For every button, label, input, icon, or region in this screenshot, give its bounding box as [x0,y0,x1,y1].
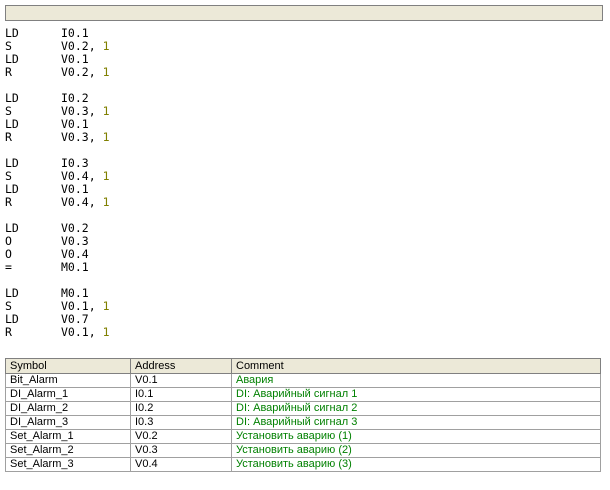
instruction-op: R [5,195,12,209]
symbol-cell[interactable]: DI_Alarm_1 [5,387,131,402]
comment-cell[interactable]: Установить аварию (3) [231,457,601,472]
instruction-operand: V0.1 [61,182,89,196]
instruction-op: LD [5,52,19,66]
address-cell[interactable]: V0.2 [130,429,232,444]
instruction-op: R [5,325,12,339]
instruction-operand: I0.2 [61,91,89,105]
address-cell[interactable]: V0.3 [130,443,232,458]
instruction-op: LD [5,91,19,105]
comment-cell[interactable]: Установить аварию (1) [231,429,601,444]
table-row[interactable]: DI_Alarm_1 I0.1 DI: Аварийный сигнал 1 [5,387,601,402]
table-row[interactable]: Bit_Alarm V0.1 Авария [5,373,601,388]
symbol-cell[interactable]: Set_Alarm_3 [5,457,131,472]
instruction-param: 1 [102,130,110,144]
instruction-op: LD [5,182,19,196]
instruction-operand: V0.2 [61,221,89,235]
network-separator [5,274,595,287]
symbol-table-header: Symbol Address Comment [5,358,601,374]
instruction-line[interactable]: S V0.4, 1 [5,170,595,183]
address-cell[interactable]: I0.2 [130,401,232,416]
network-title-bar[interactable] [5,5,603,21]
instruction-op: LD [5,156,19,170]
instruction-operand: I0.1 [61,26,89,40]
comment-cell[interactable]: Установить аварию (2) [231,443,601,458]
symbol-cell[interactable]: DI_Alarm_2 [5,401,131,416]
instruction-operand: V0.1, [61,299,96,313]
instruction-op: LD [5,312,19,326]
instruction-operand: M0.1 [61,286,89,300]
instruction-operand: V0.3, [61,130,96,144]
symbol-cell[interactable]: Set_Alarm_2 [5,443,131,458]
instruction-param: 1 [102,104,110,118]
network-separator [5,79,595,92]
instruction-operand: V0.1, [61,325,96,339]
instruction-param: 1 [102,39,110,53]
address-cell[interactable]: V0.4 [130,457,232,472]
comment-cell[interactable]: DI: Аварийный сигнал 3 [231,415,601,430]
comment-cell[interactable]: DI: Аварийный сигнал 2 [231,401,601,416]
instruction-line[interactable]: R V0.1, 1 [5,326,595,339]
instruction-operand: V0.3, [61,104,96,118]
instruction-line[interactable]: O V0.3 [5,235,595,248]
network-separator [5,144,595,157]
instruction-operand: M0.1 [61,260,89,274]
instruction-operand: V0.2, [61,39,96,53]
instruction-operand: V0.4 [61,247,89,261]
instruction-operand: V0.4, [61,169,96,183]
table-row[interactable]: DI_Alarm_2 I0.2 DI: Аварийный сигнал 2 [5,401,601,416]
instruction-line[interactable]: R V0.3, 1 [5,131,595,144]
address-cell[interactable]: I0.1 [130,387,232,402]
instruction-param: 1 [102,299,110,313]
instruction-op: O [5,247,12,261]
instruction-operand: V0.3 [61,234,89,248]
instruction-param: 1 [102,65,110,79]
instruction-op: LD [5,26,19,40]
instruction-param: 1 [102,169,110,183]
instruction-param: 1 [102,195,110,209]
table-row[interactable]: Set_Alarm_2 V0.3 Установить аварию (2) [5,443,601,458]
instruction-op: R [5,130,12,144]
column-header-address[interactable]: Address [130,358,232,374]
symbol-table[interactable]: Symbol Address Comment Bit_Alarm V0.1 Ав… [5,358,601,472]
instruction-operand: V0.4, [61,195,96,209]
table-row[interactable]: Set_Alarm_1 V0.2 Установить аварию (1) [5,429,601,444]
table-row[interactable]: DI_Alarm_3 I0.3 DI: Аварийный сигнал 3 [5,415,601,430]
instruction-op: LD [5,221,19,235]
instruction-line[interactable]: R V0.4, 1 [5,196,595,209]
instruction-operand: V0.2, [61,65,96,79]
symbol-cell[interactable]: Set_Alarm_1 [5,429,131,444]
instruction-op: O [5,234,12,248]
column-header-symbol[interactable]: Symbol [5,358,131,374]
instruction-operand: V0.1 [61,52,89,66]
instruction-op: = [5,260,12,274]
address-cell[interactable]: V0.1 [130,373,232,388]
instruction-op: LD [5,286,19,300]
comment-cell[interactable]: Авария [231,373,601,388]
instruction-line[interactable]: = M0.1 [5,261,595,274]
network-separator [5,209,595,222]
instruction-line[interactable]: R V0.2, 1 [5,66,595,79]
instruction-operand: V0.1 [61,117,89,131]
table-row[interactable]: Set_Alarm_3 V0.4 Установить аварию (3) [5,457,601,472]
instruction-op: R [5,65,12,79]
stl-code-editor[interactable]: LD I0.1 S V0.2, 1 LD V0.1 R V0.2, 1 LD I0.2 S… [5,27,595,339]
comment-cell[interactable]: DI: Аварийный сигнал 1 [231,387,601,402]
symbol-cell[interactable]: DI_Alarm_3 [5,415,131,430]
symbol-cell[interactable]: Bit_Alarm [5,373,131,388]
instruction-op: LD [5,117,19,131]
instruction-line[interactable]: S V0.1, 1 [5,300,595,313]
instruction-line[interactable]: S V0.3, 1 [5,105,595,118]
instruction-line[interactable]: S V0.2, 1 [5,40,595,53]
address-cell[interactable]: I0.3 [130,415,232,430]
instruction-param: 1 [102,325,110,339]
column-header-comment[interactable]: Comment [231,358,601,374]
instruction-line[interactable]: O V0.4 [5,248,595,261]
instruction-line[interactable]: LD V0.2 [5,222,595,235]
instruction-operand: I0.3 [61,156,89,170]
instruction-operand: V0.7 [61,312,89,326]
